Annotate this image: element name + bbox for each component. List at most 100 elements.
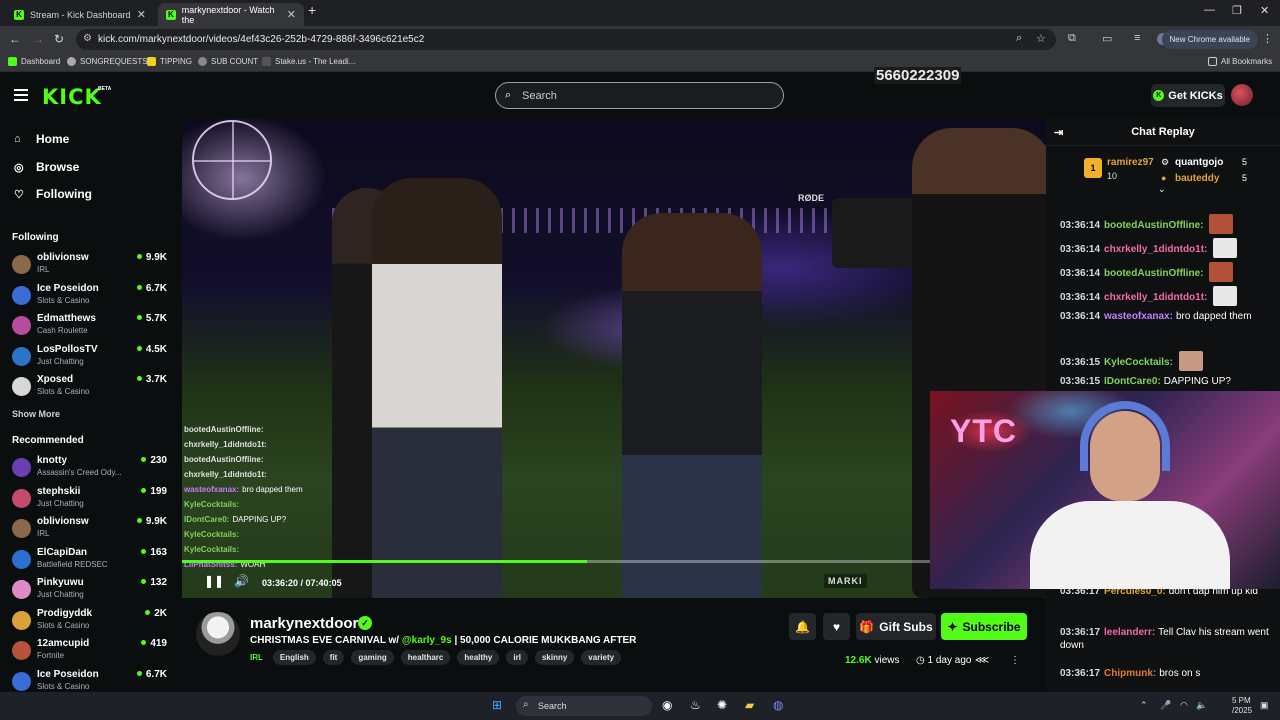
leader-name[interactable]: quantgojo (1175, 157, 1223, 168)
bookmark-sub-count[interactable]: SUB COUNT (198, 57, 258, 66)
bookmark-dashboard[interactable]: Dashboard (8, 57, 60, 66)
forward-icon[interactable]: → (32, 32, 44, 46)
sidebar-channel[interactable]: oblivionsw IRL 9.9K (12, 516, 167, 544)
sidebar-channel[interactable]: Xposed Slots & Casino 3.7K (12, 374, 167, 402)
follow-heart-button[interactable]: ♥ (823, 613, 850, 640)
tab-markynextdoor[interactable]: K markynextdoor - Watch the ✕ (158, 3, 304, 26)
message-user[interactable]: wasteofxanax: (1104, 311, 1173, 322)
title-mention[interactable]: @karly_9s (402, 635, 452, 646)
message-user[interactable]: Chipmunk: (1104, 668, 1156, 679)
bookmark-label: Stake.us - The Leadi... (275, 57, 356, 66)
user-avatar[interactable] (1231, 84, 1253, 106)
notification-icon[interactable]: ▣ (1260, 700, 1269, 711)
kick-logo[interactable]: KICK (42, 85, 102, 109)
bookmark-star-icon[interactable]: ☆ (1036, 32, 1046, 45)
mic-icon[interactable]: 🎤 (1160, 700, 1171, 711)
stream-tag[interactable]: healthy (457, 650, 500, 665)
stream-tag[interactable]: variety (581, 650, 622, 665)
menu-icon[interactable] (14, 89, 28, 104)
volume-icon[interactable]: 🔊 (234, 574, 249, 588)
expand-leaderboard-icon[interactable]: ⌄ (1158, 184, 1166, 195)
leader-name[interactable]: bauteddy (1175, 173, 1219, 184)
message-user[interactable]: chxrkelly_1didntdo1t: (1104, 244, 1207, 255)
stream-tag[interactable]: skinny (534, 650, 575, 665)
more-options-icon[interactable]: ⋮ (1010, 655, 1020, 666)
nav-following[interactable]: ♡ Following (14, 187, 92, 201)
steam-icon[interactable]: ♨ (690, 698, 701, 712)
sidebar-channel[interactable]: Prodigyddk Slots & Casino 2K (12, 608, 167, 636)
message-user[interactable]: IDontCare0: (1104, 376, 1161, 387)
sidebar-channel[interactable]: Ice Poseidon Slots & Casino 6.7K (12, 669, 167, 693)
discord-icon[interactable]: ◍ (773, 698, 783, 712)
bookmark-songrequests[interactable]: SONGREQUESTS (67, 57, 148, 66)
site-info-icon[interactable]: ⚙ (83, 33, 92, 44)
sidebar-channel[interactable]: 12amcupid Fortnite 419 (12, 638, 167, 666)
stream-tag[interactable]: gaming (351, 650, 394, 665)
reload-icon[interactable]: ↻ (54, 32, 64, 46)
close-window-button[interactable]: ✕ (1260, 4, 1269, 17)
media-icon[interactable]: ≡ (1134, 32, 1140, 44)
collapse-chat-icon[interactable]: ⇥ (1054, 126, 1063, 139)
all-bookmarks-button[interactable]: All Bookmarks (1208, 57, 1272, 66)
message-user[interactable]: chxrkelly_1didntdo1t: (1104, 292, 1207, 303)
tray-expand-icon[interactable]: ⌃ (1140, 700, 1148, 711)
share-icon[interactable]: ⋘ (975, 655, 989, 666)
windows-start-icon[interactable]: ⊞ (492, 698, 502, 712)
bookmark-stake[interactable]: Stake.us - The Leadi... (262, 57, 355, 66)
close-tab-icon[interactable]: ✕ (287, 8, 296, 21)
sidebar-channel[interactable]: Ice Poseidon Slots & Casino 6.7K (12, 283, 167, 311)
gift-subs-button[interactable]: 🎁 Gift Subs (856, 613, 936, 640)
minimize-window-button[interactable]: — (1204, 4, 1215, 16)
new-chrome-available-button[interactable]: New Chrome available (1161, 30, 1258, 49)
file-explorer-icon[interactable]: ▰ (745, 698, 754, 712)
channel-name[interactable]: markynextdoor (250, 615, 358, 632)
message-user[interactable]: leelanderr: (1104, 627, 1155, 638)
sidebar-channel[interactable]: oblivionsw IRL 9.9K (12, 252, 167, 280)
message-user[interactable]: KyleCocktails: (1104, 357, 1173, 368)
tab-stream-dashboard[interactable]: K Stream - Kick Dashboard ✕ (6, 3, 154, 26)
pause-icon[interactable]: ❚❚ (204, 574, 224, 588)
sidebar-channel[interactable]: LosPollosTV Just Chatting 4.5K (12, 344, 167, 372)
stream-tag[interactable]: English (272, 650, 316, 665)
sidebar-channel[interactable]: Edmatthews Cash Roulette 5.7K (12, 313, 167, 341)
cast-icon[interactable]: ▭ (1102, 32, 1112, 45)
sidebar-channel[interactable]: knotty Assassin's Creed Ody... 230 (12, 455, 167, 483)
notification-bell-button[interactable]: 🔔 (789, 613, 816, 640)
wifi-icon[interactable]: ◠ (1180, 700, 1188, 711)
stream-tag[interactable]: healtharc (400, 650, 451, 665)
close-tab-icon[interactable]: ✕ (137, 8, 146, 21)
get-kicks-button[interactable]: K Get KICKs (1151, 84, 1225, 107)
video-progress-bar[interactable] (182, 560, 932, 563)
taskbar-clock[interactable]: 5 PM /2025 (1232, 696, 1252, 716)
stream-tag[interactable]: irl (506, 650, 528, 665)
sidebar-channel[interactable]: Pinkyuwu Just Chatting 132 (12, 577, 167, 605)
url-field[interactable]: ⚙ kick.com/markynextdoor/videos/4ef43c26… (76, 29, 1056, 50)
stream-tag[interactable]: fit (322, 650, 345, 665)
nav-home[interactable]: ⌂ Home (14, 132, 69, 146)
sidebar-channel[interactable]: stephskii Just Chatting 199 (12, 486, 167, 514)
new-tab-button[interactable]: + (308, 2, 316, 18)
nav-browse[interactable]: ◎ Browse (14, 160, 79, 174)
video-player[interactable]: RØDE bootedAustinOffline: chxrkelly_1didn… (182, 118, 1046, 598)
back-icon[interactable]: ← (9, 32, 21, 46)
maximize-window-button[interactable]: ❐ (1232, 4, 1242, 17)
show-more-button[interactable]: Show More (12, 409, 60, 419)
leader-name[interactable]: ramirez97 (1107, 157, 1154, 168)
channel-avatar (12, 610, 31, 630)
extensions-icon[interactable]: ⧉ (1068, 32, 1076, 45)
channel-avatar[interactable] (196, 612, 240, 656)
sidebar-channel[interactable]: ElCapiDan Battlefield REDSEC 163 (12, 547, 167, 575)
message-user[interactable]: bootedAustinOffline: (1104, 268, 1203, 279)
app-icon[interactable]: ✺ (717, 698, 727, 712)
chrome-icon[interactable]: ◉ (662, 698, 672, 712)
category-link[interactable]: IRL (250, 653, 263, 662)
chrome-menu-icon[interactable]: ⋮ (1262, 32, 1273, 45)
zoom-icon[interactable]: ⌕ (1016, 32, 1022, 45)
speaker-icon[interactable]: 🔈 (1196, 700, 1207, 711)
subscribe-button[interactable]: ✦ Subscribe (941, 613, 1027, 640)
message-user[interactable]: bootedAustinOffline: (1104, 220, 1203, 231)
bookmark-tipping[interactable]: TIPPING (147, 57, 192, 66)
search-input[interactable]: ⌕ Search (495, 82, 784, 109)
taskbar-search[interactable]: ⌕ Search (516, 696, 652, 716)
url-text: kick.com/markynextdoor/videos/4ef43c26-2… (98, 34, 425, 45)
